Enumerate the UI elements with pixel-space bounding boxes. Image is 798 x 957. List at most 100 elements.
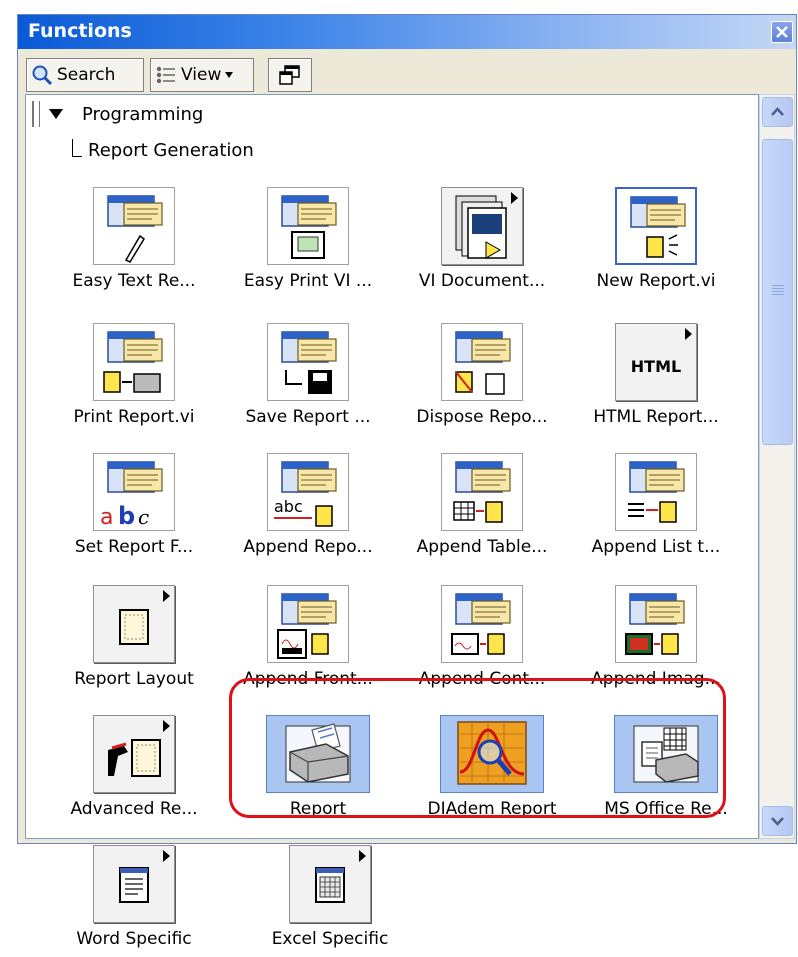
subpalette-arrow-icon <box>511 192 518 204</box>
search-icon <box>32 65 53 86</box>
palette-item[interactable]: Easy Text Re... <box>48 185 220 299</box>
subpalette-arrow-icon <box>163 590 170 602</box>
close-button[interactable] <box>771 21 793 43</box>
svg-text:a: a <box>100 505 113 530</box>
palette-item-icon-tile <box>93 585 175 663</box>
palette-item[interactable]: a b c Set Report F... <box>48 451 220 565</box>
palette-item[interactable]: Append List t... <box>570 451 742 565</box>
svg-text:abc: abc <box>274 497 303 516</box>
palette-item[interactable]: DIAdem Report <box>406 713 578 827</box>
search-button-label: Search <box>57 65 116 85</box>
palette-item-icon-tile <box>267 585 349 663</box>
palette-item[interactable]: VI Document... <box>396 185 568 299</box>
report-print-vi-icon <box>281 195 337 259</box>
palette-item[interactable]: New Report.vi <box>570 185 742 299</box>
svg-text:b: b <box>118 502 135 530</box>
palette-item[interactable]: HTML HTML Report... <box>570 321 742 435</box>
append-list-icon <box>628 461 685 523</box>
palette-item-label: Set Report F... <box>74 537 194 557</box>
palette-item-label: VI Document... <box>418 271 546 291</box>
toolbar: Search View <box>18 49 796 93</box>
svg-text:HTML: HTML <box>631 357 681 376</box>
html-report-icon: HTML <box>631 357 681 376</box>
dispose-report-icon <box>455 331 511 395</box>
palette-grid: Easy Text Re... Easy Print VI ... VI Docum… <box>26 95 758 949</box>
palette-item-icon-tile <box>441 453 523 531</box>
palette-item[interactable]: Report Layout <box>48 583 220 697</box>
palette-item-label: DIAdem Report <box>427 799 557 819</box>
subpalette-arrow-icon <box>163 850 170 862</box>
append-control-image-icon <box>451 593 511 655</box>
restore-window-icon <box>279 65 300 85</box>
append-table-icon <box>453 461 511 523</box>
save-report-icon <box>281 331 337 394</box>
scroll-thumb[interactable] <box>762 139 793 445</box>
palette-item[interactable]: Easy Print VI ... <box>222 185 394 299</box>
palette-item-icon-tile <box>441 323 523 401</box>
report-layout-icon <box>119 609 149 645</box>
palette-item[interactable]: Report <box>232 713 404 827</box>
dropdown-arrow-icon <box>225 72 234 78</box>
ms-office-report-icon <box>633 725 699 783</box>
palette-item-icon-tile <box>615 585 697 663</box>
palette-item-label: MS Office Re... <box>604 799 728 819</box>
palette-item-label: Append Front... <box>243 669 373 689</box>
append-report-text-icon: abc <box>274 461 337 527</box>
excel-specific-icon <box>315 867 345 903</box>
palette-item-icon-tile <box>93 715 175 793</box>
palette-item[interactable]: Dispose Repo... <box>396 321 568 435</box>
palette-item-label: Dispose Repo... <box>416 407 548 427</box>
palette-item-label: Word Specific <box>76 929 192 949</box>
palette-content: Programming Report Generation Easy Text … <box>25 94 759 949</box>
palette-item-icon-tile <box>441 187 523 265</box>
palette-item[interactable]: Append Table... <box>396 451 568 565</box>
new-report-icon <box>630 196 686 258</box>
palette-item-label: Append List t... <box>591 537 721 557</box>
palette-item[interactable]: MS Office Re... <box>580 713 752 827</box>
palette-item-icon-tile: abc <box>93 453 175 531</box>
palette-item-label: Easy Text Re... <box>72 271 196 291</box>
subpalette-arrow-icon <box>685 328 692 340</box>
palette-item-icon-tile <box>614 715 718 793</box>
vertical-scrollbar[interactable] <box>759 94 795 839</box>
palette-item[interactable]: Word Specific <box>48 843 220 957</box>
view-menu-button[interactable]: View <box>150 58 254 92</box>
report-printer-icon <box>285 723 351 783</box>
palette-item-label: New Report.vi <box>596 271 716 291</box>
palette-item-icon-tile <box>615 187 697 265</box>
palette-item[interactable]: Save Report ... <box>222 321 394 435</box>
palette-item-label: Advanced Re... <box>70 799 198 819</box>
scroll-up-button[interactable] <box>762 97 793 127</box>
set-report-font-icon: abc <box>100 461 163 530</box>
palette-item[interactable]: Excel Specific <box>244 843 416 957</box>
scroll-down-button[interactable] <box>762 806 793 836</box>
close-icon <box>776 26 788 38</box>
palette-item[interactable]: abc Append Repo... <box>222 451 394 565</box>
subpalette-arrow-icon <box>163 720 170 732</box>
palette-item-icon-tile <box>440 715 544 793</box>
search-button[interactable]: Search <box>26 58 144 92</box>
palette-item-label: Easy Print VI ... <box>243 271 373 291</box>
advanced-report-icon <box>108 739 161 777</box>
title-bar[interactable]: Functions <box>18 15 796 49</box>
palette-item-label: Excel Specific <box>271 929 389 949</box>
palette-item-icon-tile <box>93 845 175 923</box>
palette-item[interactable]: Append Cont... <box>396 583 568 697</box>
append-image-icon <box>625 593 685 655</box>
palette-item-label: Append Cont... <box>418 669 546 689</box>
palette-item-label: Append Table... <box>416 537 548 557</box>
append-front-panel-icon <box>277 593 337 659</box>
palette-item-icon-tile <box>267 187 349 265</box>
palette-item-label: Save Report ... <box>245 407 371 427</box>
palette-item[interactable]: Append Imag... <box>570 583 742 697</box>
restore-palette-button[interactable] <box>268 58 312 92</box>
palette-item-icon-tile <box>93 323 175 401</box>
word-specific-icon <box>119 867 149 903</box>
palette-item[interactable]: Append Front... <box>222 583 394 697</box>
palette-item-icon-tile <box>441 585 523 663</box>
diadem-report-icon <box>457 721 527 785</box>
palette-item[interactable]: Advanced Re... <box>48 713 220 827</box>
chevron-up-icon <box>771 107 784 116</box>
palette-item-icon-tile <box>266 715 370 793</box>
palette-item[interactable]: Print Report.vi <box>48 321 220 435</box>
